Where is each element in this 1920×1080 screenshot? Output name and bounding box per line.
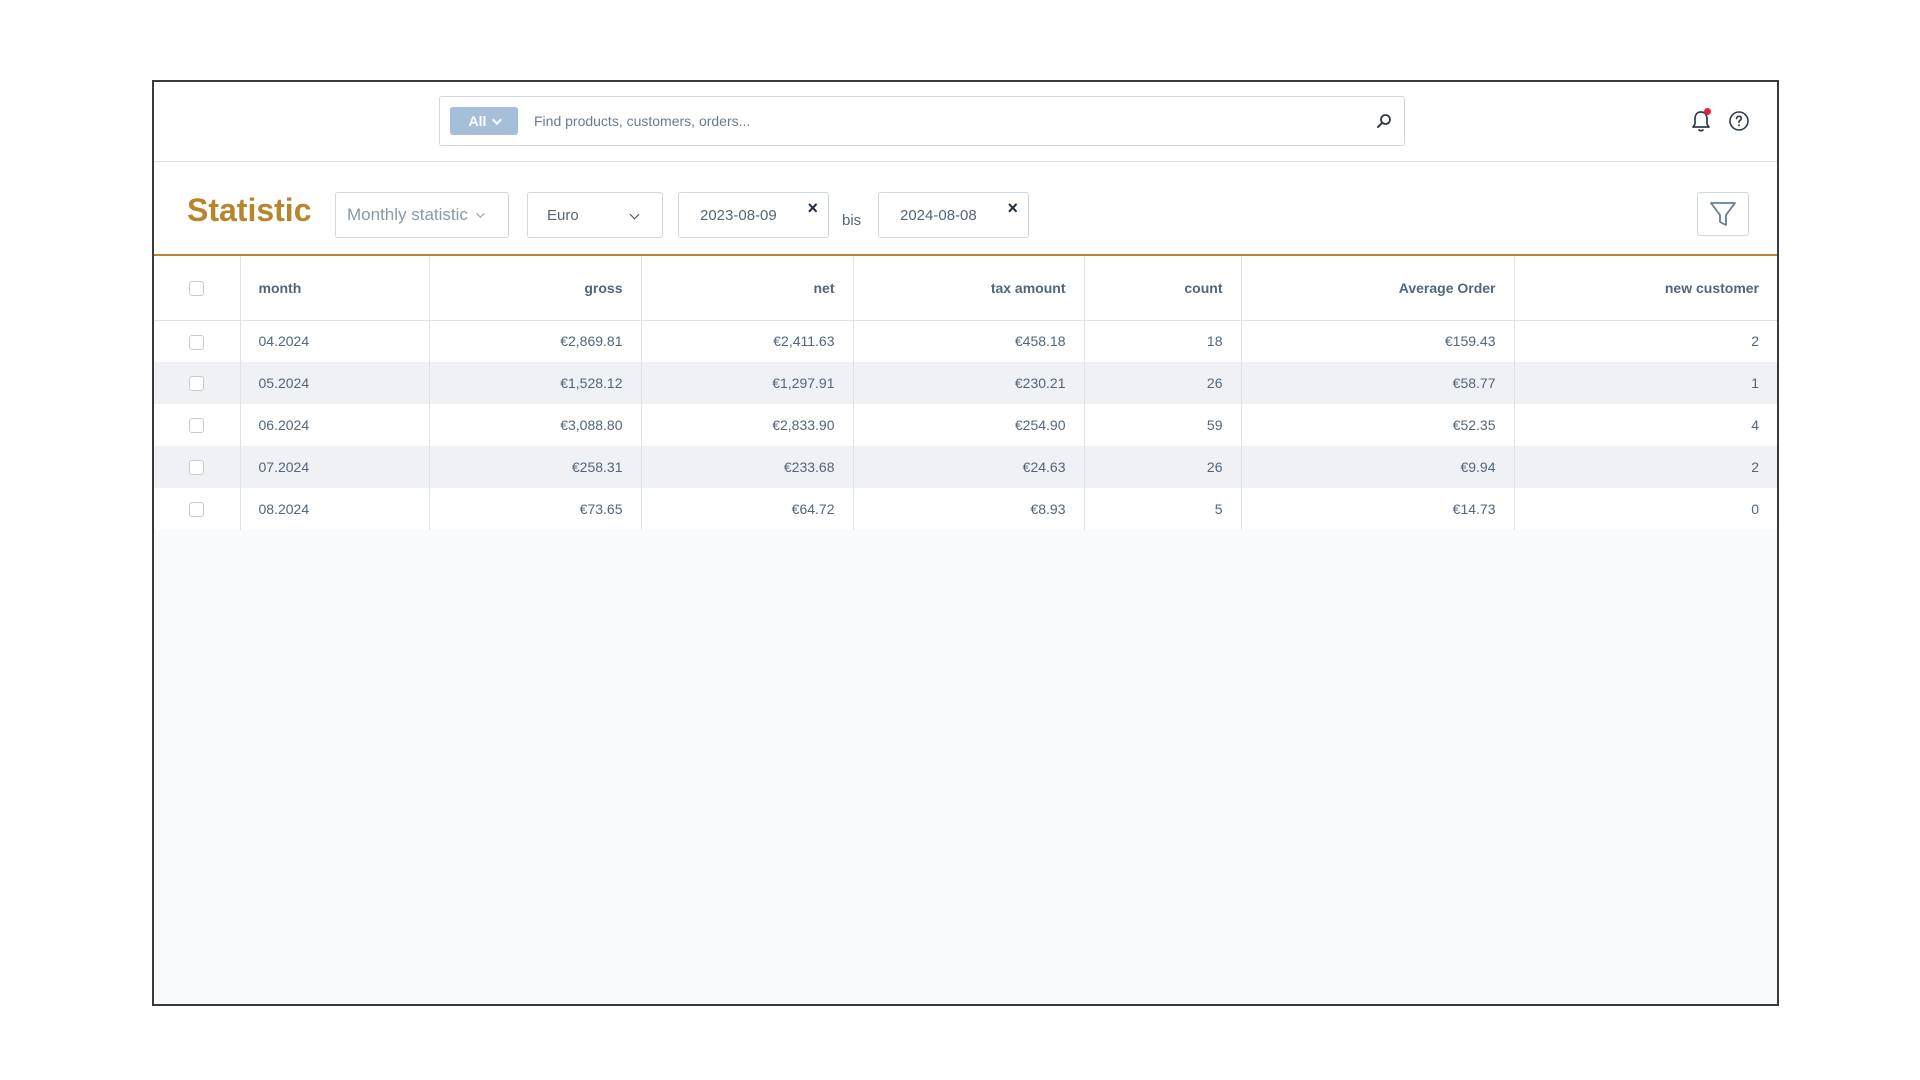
chevron-down-icon [629,209,640,220]
column-header-new-customer[interactable]: new customer [1514,256,1777,321]
top-bar: All [154,82,1777,162]
column-header-tax-amount[interactable]: tax amount [853,256,1085,321]
column-header-month[interactable]: month [240,256,430,321]
cell-month: 05.2024 [240,362,430,404]
statistic-toolbar: Statistic Monthly statistic Euro 2023-08… [154,162,1777,256]
statistic-type-value: Monthly statistic [347,205,468,224]
cell-new-customer: 2 [1514,320,1777,362]
clear-date-from-icon[interactable]: × [807,199,818,217]
filter-button[interactable] [1697,192,1749,236]
cell-tax-amount: €24.63 [853,446,1085,488]
row-select-cell [154,488,241,530]
search-scope-label: All [468,113,487,129]
cell-average-order: €58.77 [1241,362,1515,404]
table-row[interactable]: 04.2024 €2,869.81 €2,411.63 €458.18 18 €… [154,320,1777,362]
chevron-down-icon [476,209,485,218]
cell-count: 26 [1084,362,1242,404]
row-checkbox[interactable] [189,334,205,350]
cell-count: 26 [1084,446,1242,488]
row-checkbox[interactable] [189,376,205,392]
cell-month: 07.2024 [240,446,430,488]
date-range-separator: bis [842,212,862,229]
table-row[interactable]: 06.2024 €3,088.80 €2,833.90 €254.90 59 €… [154,404,1777,446]
cell-net: €233.68 [641,446,854,488]
cell-gross: €258.31 [429,446,642,488]
cell-average-order: €159.43 [1241,320,1515,362]
row-select-cell [154,446,241,488]
search-scope-dropdown[interactable]: All [450,107,518,135]
cell-average-order: €52.35 [1241,404,1515,446]
help-circle-icon[interactable] [1727,108,1751,134]
cell-net: €1,297.91 [641,362,854,404]
select-all-checkbox[interactable] [189,281,205,297]
cell-new-customer: 0 [1514,488,1777,530]
cell-gross: €1,528.12 [429,362,642,404]
row-checkbox[interactable] [189,460,205,476]
cell-tax-amount: €8.93 [853,488,1085,530]
column-header-gross[interactable]: gross [429,256,642,321]
cell-new-customer: 4 [1514,404,1777,446]
row-select-cell [154,362,241,404]
column-header-count[interactable]: count [1084,256,1242,321]
date-to-field[interactable]: 2024-08-08 × [878,192,1029,238]
cell-count: 5 [1084,488,1242,530]
cell-new-customer: 2 [1514,446,1777,488]
statistic-type-select[interactable]: Monthly statistic [335,192,509,238]
date-to-value: 2024-08-08 [900,206,977,224]
cell-tax-amount: €230.21 [853,362,1085,404]
cell-month: 08.2024 [240,488,430,530]
chevron-down-icon [492,114,503,125]
search-icon[interactable] [1364,101,1404,141]
column-header-net[interactable]: net [641,256,854,321]
statistics-table: month gross net tax amount count Average… [154,256,1777,530]
table-row[interactable]: 05.2024 €1,528.12 €1,297.91 €230.21 26 €… [154,362,1777,404]
cell-gross: €3,088.80 [429,404,642,446]
row-select-cell [154,404,241,446]
cell-month: 06.2024 [240,404,430,446]
cell-average-order: €9.94 [1241,446,1515,488]
search-box: All [439,96,1405,146]
filter-icon [1710,202,1736,226]
notification-dot [1704,108,1711,115]
cell-count: 59 [1084,404,1242,446]
cell-count: 18 [1084,320,1242,362]
date-from-field[interactable]: 2023-08-09 × [678,192,829,238]
row-select-cell [154,320,241,362]
cell-gross: €73.65 [429,488,642,530]
cell-net: €64.72 [641,488,854,530]
header-actions [1689,108,1751,134]
row-checkbox[interactable] [189,418,205,434]
table-header-row: month gross net tax amount count Average… [154,256,1777,321]
table-row[interactable]: 07.2024 €258.31 €233.68 €24.63 26 €9.94 … [154,446,1777,488]
currency-value: Euro [547,206,579,224]
table-row[interactable]: 08.2024 €73.65 €64.72 €8.93 5 €14.73 0 [154,488,1777,530]
date-from-value: 2023-08-09 [700,206,777,224]
page-title: Statistic [187,192,312,228]
select-all-cell [154,256,241,321]
cell-net: €2,411.63 [641,320,854,362]
cell-net: €2,833.90 [641,404,854,446]
cell-new-customer: 1 [1514,362,1777,404]
cell-month: 04.2024 [240,320,430,362]
row-checkbox[interactable] [189,502,205,518]
search-input[interactable] [518,97,1364,145]
cell-average-order: €14.73 [1241,488,1515,530]
app-window: All Statistic Monthly statistic Euro [152,80,1779,1006]
cell-tax-amount: €254.90 [853,404,1085,446]
column-header-average-order[interactable]: Average Order [1241,256,1515,321]
cell-tax-amount: €458.18 [853,320,1085,362]
bell-icon[interactable] [1689,108,1713,134]
cell-gross: €2,869.81 [429,320,642,362]
currency-select[interactable]: Euro [527,192,663,238]
clear-date-to-icon[interactable]: × [1007,199,1018,217]
